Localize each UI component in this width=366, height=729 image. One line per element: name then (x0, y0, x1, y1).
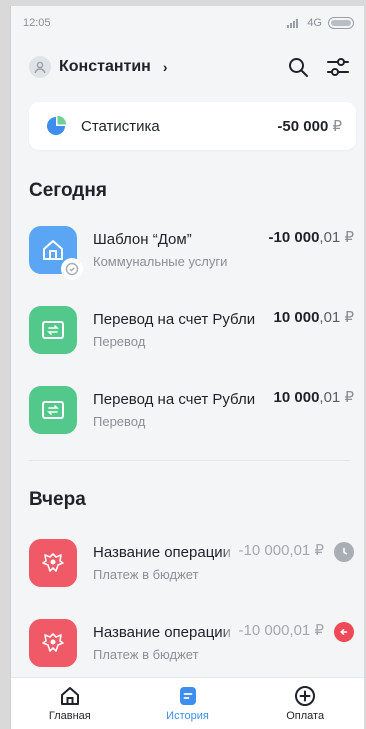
transaction-subtitle: Перевод (93, 334, 146, 349)
tab-label: Оплата (286, 710, 325, 722)
amount-fraction: ,01 (289, 622, 311, 639)
transfer-icon (42, 401, 64, 419)
tab-label: История (166, 710, 209, 722)
tab-payment[interactable]: Оплата (246, 678, 364, 729)
error-status-icon (334, 622, 354, 642)
amount-fraction: ,01 (319, 309, 341, 326)
transaction-icon (29, 386, 77, 434)
house-icon (43, 240, 63, 260)
statistics-amount: -50 000 ₽ (277, 117, 342, 135)
currency-sign: ₽ (344, 309, 354, 326)
transfer-icon (42, 321, 64, 339)
statistics-label: Статистика (81, 117, 160, 135)
user-switcher[interactable]: Константин › (29, 56, 168, 78)
transaction-subtitle: Платеж в бюджет (93, 567, 199, 582)
search-button[interactable] (286, 55, 310, 79)
transaction-row[interactable]: Перевод на счет Рубли Перевод 10 000,01 … (11, 370, 364, 450)
pie-chart-icon (47, 115, 67, 135)
currency-sign: ₽ (344, 389, 354, 406)
amount-integer: -10 000 (268, 229, 320, 246)
history-icon (179, 687, 196, 705)
amount-integer: -10 000 (238, 542, 290, 559)
battery-icon (328, 17, 354, 29)
divider (29, 460, 350, 461)
app-screen: 12:05 4G Константин › Статистика -50 000… (10, 6, 364, 729)
section-title-yesterday: Вчера (29, 489, 86, 510)
transaction-icon (29, 539, 77, 587)
filter-icon (327, 58, 349, 76)
amount-integer: 10 000 (273, 389, 320, 406)
search-icon (289, 58, 308, 77)
clock-status-icon (334, 542, 354, 562)
transaction-subtitle: Перевод (93, 414, 146, 429)
transaction-amount: 10 000,01 ₽ (255, 388, 354, 406)
currency-sign: ₽ (332, 118, 342, 135)
status-bar: 12:05 4G (11, 6, 364, 40)
tab-history[interactable]: История (129, 678, 247, 729)
home-icon (60, 687, 79, 705)
transaction-icon (29, 226, 83, 280)
avatar (29, 56, 51, 78)
tab-home[interactable]: Главная (11, 678, 129, 729)
transaction-row[interactable]: Название операции Платеж в бюджет -10 00… (11, 603, 364, 683)
transaction-row[interactable]: Перевод на счет Рубли Перевод 10 000,01 … (11, 290, 364, 370)
signal-icon (287, 18, 301, 28)
amount-fraction: ,01 (289, 542, 311, 559)
tab-label: Главная (48, 710, 91, 722)
currency-sign: ₽ (344, 229, 354, 246)
user-name: Константин (59, 58, 151, 75)
eagle-emblem-icon (42, 553, 64, 572)
transaction-amount: -10 000,01 ₽ (250, 228, 354, 246)
amount-integer: -10 000 (238, 622, 290, 639)
currency-sign: ₽ (314, 542, 324, 559)
statistics-card[interactable]: Статистика -50 000 ₽ (29, 102, 356, 150)
bottom-tab-bar: Главная История Оплата (11, 677, 364, 729)
transaction-amount: -10 000,01 ₽ (220, 621, 324, 639)
currency-sign: ₽ (314, 622, 324, 639)
amount-fraction: ,01 (319, 229, 341, 246)
amount-integer: 10 000 (273, 309, 320, 326)
filter-button[interactable] (326, 55, 350, 79)
statistics-amount-value: -50 000 (277, 118, 329, 135)
network-label: 4G (307, 17, 322, 29)
amount-fraction: ,01 (319, 389, 341, 406)
chevron-right-icon: › (162, 59, 168, 75)
status-time: 12:05 (23, 17, 51, 29)
section-title-today: Сегодня (29, 180, 107, 201)
transaction-icon (29, 306, 77, 354)
transaction-icon (29, 619, 77, 667)
transaction-subtitle: Коммунальные услуги (93, 254, 228, 269)
transaction-amount: -10 000,01 ₽ (220, 541, 324, 559)
transaction-row[interactable]: Название операции Платеж в бюджет -10 00… (11, 523, 364, 603)
transaction-amount: 10 000,01 ₽ (255, 308, 354, 326)
plus-circle-icon (295, 686, 316, 706)
status-indicators: 4G (287, 17, 354, 29)
header: Константин › (11, 40, 364, 94)
eagle-emblem-icon (42, 633, 64, 652)
transaction-subtitle: Платеж в бюджет (93, 647, 199, 662)
clock-badge-icon (61, 258, 83, 280)
transaction-row[interactable]: Шаблон “Дом” Коммунальные услуги -10 000… (11, 210, 364, 290)
user-icon (34, 61, 46, 74)
